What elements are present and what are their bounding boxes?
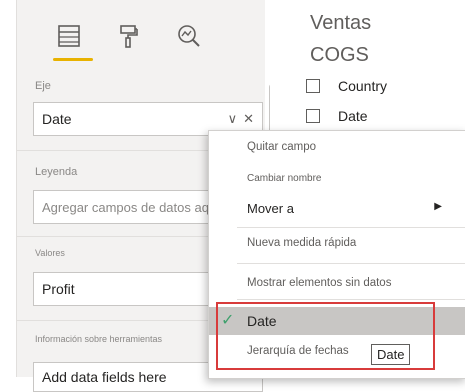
field-label: Date bbox=[338, 108, 368, 124]
menu-item-move-to[interactable]: Mover a ▶ bbox=[209, 201, 465, 216]
values-section-label: Valores bbox=[35, 248, 65, 258]
close-icon[interactable]: ✕ bbox=[243, 111, 254, 127]
field-row-country[interactable]: Country bbox=[306, 78, 387, 94]
menu-divider bbox=[237, 227, 465, 228]
table-name-ventas[interactable]: Ventas bbox=[310, 12, 371, 35]
values-field-value: Profit bbox=[42, 281, 75, 297]
menu-item-remove-field[interactable]: Quitar campo bbox=[209, 141, 465, 153]
axis-field-value: Date bbox=[42, 111, 72, 127]
tooltips-placeholder: Add data fields here bbox=[42, 369, 167, 385]
menu-divider bbox=[237, 299, 465, 300]
chevron-right-icon: ▶ bbox=[434, 201, 442, 212]
tooltips-section-label: Información sobre herramientas bbox=[35, 334, 163, 344]
pane-tab-icons bbox=[53, 20, 205, 52]
checkbox[interactable] bbox=[306, 109, 320, 123]
analytics-icon[interactable] bbox=[173, 20, 205, 52]
chevron-down-icon[interactable]: ∨ bbox=[228, 111, 238, 127]
axis-section-label: Eje bbox=[35, 80, 51, 92]
menu-item-show-items-no-data[interactable]: Mostrar elementos sin datos bbox=[209, 277, 465, 289]
well-controls: ∨ ✕ bbox=[228, 111, 254, 127]
table-name-cogs[interactable]: COGS bbox=[310, 44, 369, 67]
checkbox[interactable] bbox=[306, 79, 320, 93]
menu-item-new-quick-measure[interactable]: Nueva medida rápida bbox=[209, 237, 465, 249]
fields-icon[interactable] bbox=[53, 20, 85, 52]
legend-placeholder: Agregar campos de datos aquí bbox=[42, 199, 220, 215]
menu-divider bbox=[237, 263, 465, 264]
menu-item-rename[interactable]: Cambiar nombre bbox=[209, 173, 465, 184]
format-paint-icon[interactable] bbox=[113, 20, 145, 52]
field-label: Country bbox=[338, 78, 388, 94]
active-tab-underline bbox=[53, 58, 93, 61]
field-row-date[interactable]: Date bbox=[306, 108, 368, 124]
hover-tooltip: Date bbox=[371, 344, 411, 365]
legend-section-label: Leyenda bbox=[35, 166, 78, 178]
menu-item-move-to-label: Mover a bbox=[247, 201, 294, 216]
